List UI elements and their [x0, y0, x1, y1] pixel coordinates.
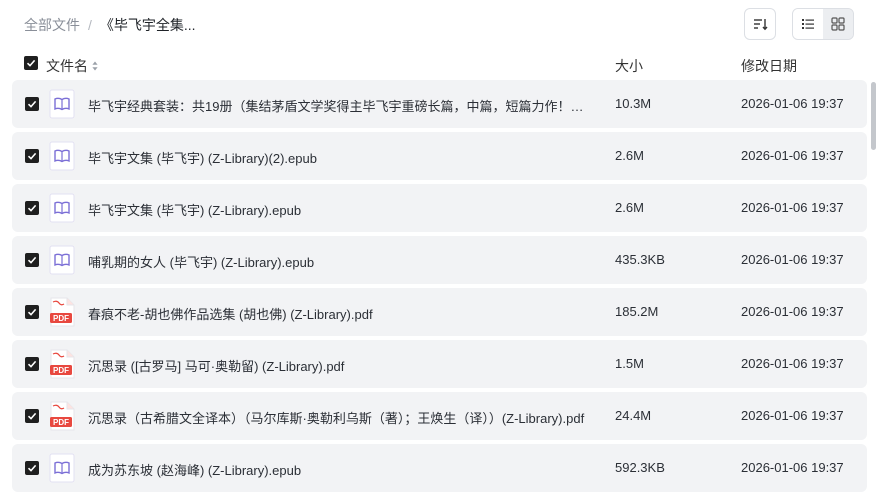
- file-name-link[interactable]: 哺乳期的女人 (毕飞宇) (Z-Library).epub: [88, 252, 588, 271]
- scrollbar-thumb[interactable]: [871, 82, 876, 150]
- sort-arrows-icon: [92, 61, 98, 71]
- file-list-header: 文件名 大小 修改日期: [0, 50, 878, 78]
- file-modified-date: 2026-01-06 19:37: [741, 148, 844, 163]
- file-size: 592.3KB: [615, 460, 665, 475]
- file-name-link[interactable]: 毕飞宇经典套装：共19册（集结茅盾文学奖得主毕飞宇重磅长篇，中篇，短篇力作！19…: [88, 96, 588, 115]
- file-modified-date: 2026-01-06 19:37: [741, 200, 844, 215]
- breadcrumb-separator: /: [88, 17, 92, 33]
- row-checkbox[interactable]: [25, 253, 39, 267]
- file-size: 24.4M: [615, 408, 652, 423]
- row-checkbox[interactable]: [25, 201, 39, 215]
- file-modified-date: 2026-01-06 19:37: [741, 304, 844, 319]
- file-size: 185.2M: [615, 304, 659, 319]
- checkmark-icon: [27, 204, 37, 212]
- file-size: 10.3M: [615, 96, 652, 111]
- epub-book-icon: [49, 245, 75, 275]
- pdf-badge-text: PDF: [53, 314, 69, 323]
- checkmark-icon: [27, 152, 37, 160]
- file-name-link[interactable]: 成为苏东坡 (赵海峰) (Z-Library).epub: [88, 460, 588, 479]
- file-modified-date: 2026-01-06 19:37: [741, 408, 844, 423]
- file-name-link[interactable]: 毕飞宇文集 (毕飞宇) (Z-Library).epub: [88, 200, 588, 219]
- epub-book-icon: [49, 89, 75, 119]
- sort-order-icon: [754, 19, 768, 31]
- epub-book-icon: [49, 193, 75, 223]
- file-modified-date: 2026-01-06 19:37: [741, 460, 844, 475]
- pdf-badge-text: PDF: [53, 418, 69, 427]
- pdf-file-icon: PDF: [49, 401, 75, 431]
- checkmark-icon: [27, 412, 37, 420]
- select-all-checkbox[interactable]: [24, 56, 38, 70]
- row-checkbox[interactable]: [25, 409, 39, 423]
- file-size: 2.6M: [615, 148, 644, 163]
- checkmark-icon: [27, 308, 37, 316]
- list-view-icon: [802, 19, 814, 29]
- breadcrumb-current-folder: 《毕飞宇全集...: [99, 17, 196, 33]
- row-checkbox[interactable]: [25, 97, 39, 111]
- file-name-link[interactable]: 春痕不老-胡也佛作品选集 (胡也佛) (Z-Library).pdf: [88, 304, 588, 323]
- file-row[interactable]: 毕飞宇经典套装：共19册（集结茅盾文学奖得主毕飞宇重磅长篇，中篇，短篇力作！19…: [12, 80, 867, 128]
- name-column-label: 文件名: [46, 58, 88, 74]
- top-bar: 全部文件 / 《毕飞宇全集...: [0, 0, 878, 48]
- file-modified-date: 2026-01-06 19:37: [741, 252, 844, 267]
- size-column-header[interactable]: 大小: [615, 56, 643, 76]
- file-size: 435.3KB: [615, 252, 665, 267]
- file-modified-date: 2026-01-06 19:37: [741, 356, 844, 371]
- file-row[interactable]: 毕飞宇文集 (毕飞宇) (Z-Library)(2).epub 2.6M 2026-…: [12, 132, 867, 180]
- row-checkbox[interactable]: [25, 149, 39, 163]
- grid-view-icon: [831, 17, 845, 31]
- pdf-badge-text: PDF: [53, 366, 69, 375]
- checkmark-icon: [27, 256, 37, 264]
- list-view-button[interactable]: [793, 9, 823, 39]
- file-row[interactable]: 毕飞宇文集 (毕飞宇) (Z-Library).epub 2.6M 2026-01-…: [12, 184, 867, 232]
- checkmark-icon: [27, 464, 37, 472]
- epub-book-icon: [49, 141, 75, 171]
- modified-column-header[interactable]: 修改日期: [741, 56, 797, 76]
- grid-view-button[interactable]: [823, 9, 853, 39]
- breadcrumb: 全部文件 / 《毕飞宇全集...: [24, 15, 196, 35]
- row-checkbox[interactable]: [25, 461, 39, 475]
- checkmark-icon: [26, 59, 36, 67]
- epub-book-icon: [49, 453, 75, 483]
- file-row[interactable]: PDF 春痕不老-胡也佛作品选集 (胡也佛) (Z-Library).pdf 185…: [12, 288, 867, 336]
- checkmark-icon: [27, 360, 37, 368]
- row-checkbox[interactable]: [25, 357, 39, 371]
- breadcrumb-root-link[interactable]: 全部文件: [24, 15, 80, 35]
- file-row[interactable]: 哺乳期的女人 (毕飞宇) (Z-Library).epub 435.3KB 2026…: [12, 236, 867, 284]
- row-checkbox[interactable]: [25, 305, 39, 319]
- file-name-link[interactable]: 沉思录 ([古罗马] 马可·奥勒留) (Z-Library).pdf: [88, 356, 588, 375]
- file-row[interactable]: PDF 沉思录 ([古罗马] 马可·奥勒留) (Z-Library).pdf 1.5…: [12, 340, 867, 388]
- file-size: 1.5M: [615, 356, 644, 371]
- pdf-file-icon: PDF: [49, 349, 75, 379]
- view-mode-toggle: [792, 8, 854, 40]
- name-column-header[interactable]: 文件名: [46, 56, 98, 76]
- sort-button[interactable]: [744, 8, 776, 40]
- checkmark-icon: [27, 100, 37, 108]
- pdf-file-icon: PDF: [49, 297, 75, 327]
- file-row[interactable]: 成为苏东坡 (赵海峰) (Z-Library).epub 592.3KB 2026-…: [12, 444, 867, 492]
- file-name-link[interactable]: 毕飞宇文集 (毕飞宇) (Z-Library)(2).epub: [88, 148, 588, 167]
- file-row[interactable]: PDF 沉思录（古希腊文全译本）（马尔库斯·奥勒利乌斯（著）；王焕生（译））(Z-…: [12, 392, 867, 440]
- file-name-link[interactable]: 沉思录（古希腊文全译本）（马尔库斯·奥勒利乌斯（著）；王焕生（译））(Z-Lib…: [88, 408, 588, 427]
- file-modified-date: 2026-01-06 19:37: [741, 96, 844, 111]
- file-size: 2.6M: [615, 200, 644, 215]
